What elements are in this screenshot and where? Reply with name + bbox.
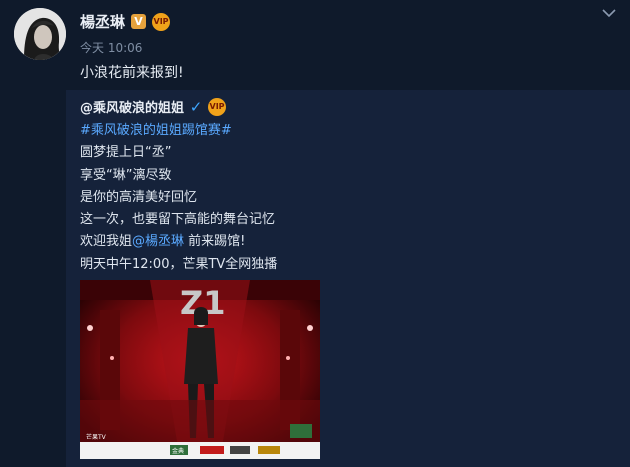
hashtag-link[interactable]: #乘风破浪的姐姐踢馆赛#: [80, 120, 277, 142]
chevron-down-icon[interactable]: [602, 8, 616, 18]
vip-badge-icon: VIP: [152, 12, 171, 31]
repost-line-3: 是你的高清美好回忆: [80, 189, 198, 205]
schedule-line: 明天中午12:00，芒果TV全网独播: [80, 256, 278, 272]
welcome-line: 欢迎我姐@楊丞琳 前来踢馆!: [80, 231, 277, 253]
welcome-suffix: 前来踢馆!: [184, 234, 246, 250]
verified-icon: V: [131, 14, 147, 29]
repost-body: #乘风破浪的姐姐踢馆赛# 圆梦提上日“丞” 享受“琳”漓尽致 是你的高清美好回忆…: [80, 120, 277, 276]
post-timestamp[interactable]: 今天 10:06: [80, 39, 142, 56]
repost-author[interactable]: @乘风破浪的姐姐: [80, 97, 184, 116]
post-text: 小浪花前来报到!: [80, 65, 184, 81]
blue-verified-icon: ✓: [189, 97, 203, 116]
weibo-post: 楊丞琳 V VIP 今天 10:06 小浪花前来报到! @乘风破浪的姐姐 ✓ V…: [0, 0, 630, 467]
repost-author-row: @乘风破浪的姐姐 ✓ VIP: [80, 97, 227, 116]
poster-artwork: Z1 芒果TV 金典: [80, 280, 320, 459]
poster-footer-sponsor: 金典: [172, 447, 184, 455]
author-avatar[interactable]: [14, 8, 66, 60]
repost-line-1: 圆梦提上日“丞”: [80, 145, 172, 161]
repost-line-4: 这一次，也要留下高能的舞台记忆: [80, 212, 276, 228]
welcome-prefix: 欢迎我姐: [80, 234, 133, 250]
poster-image[interactable]: Z1 芒果TV 金典: [80, 280, 320, 459]
avatar-image: [14, 8, 66, 60]
poster-footer-brand: 芒果TV: [86, 433, 107, 441]
gold-badge-icon: VIP: [208, 97, 227, 116]
author-row: 楊丞琳 V VIP: [80, 11, 171, 32]
author-name[interactable]: 楊丞琳: [80, 11, 125, 32]
mention-link[interactable]: @楊丞琳: [132, 234, 184, 249]
repost-line-2: 享受“琳”漓尽致: [80, 167, 172, 183]
repost-card: @乘风破浪的姐姐 ✓ VIP #乘风破浪的姐姐踢馆赛# 圆梦提上日“丞” 享受“…: [66, 90, 630, 467]
